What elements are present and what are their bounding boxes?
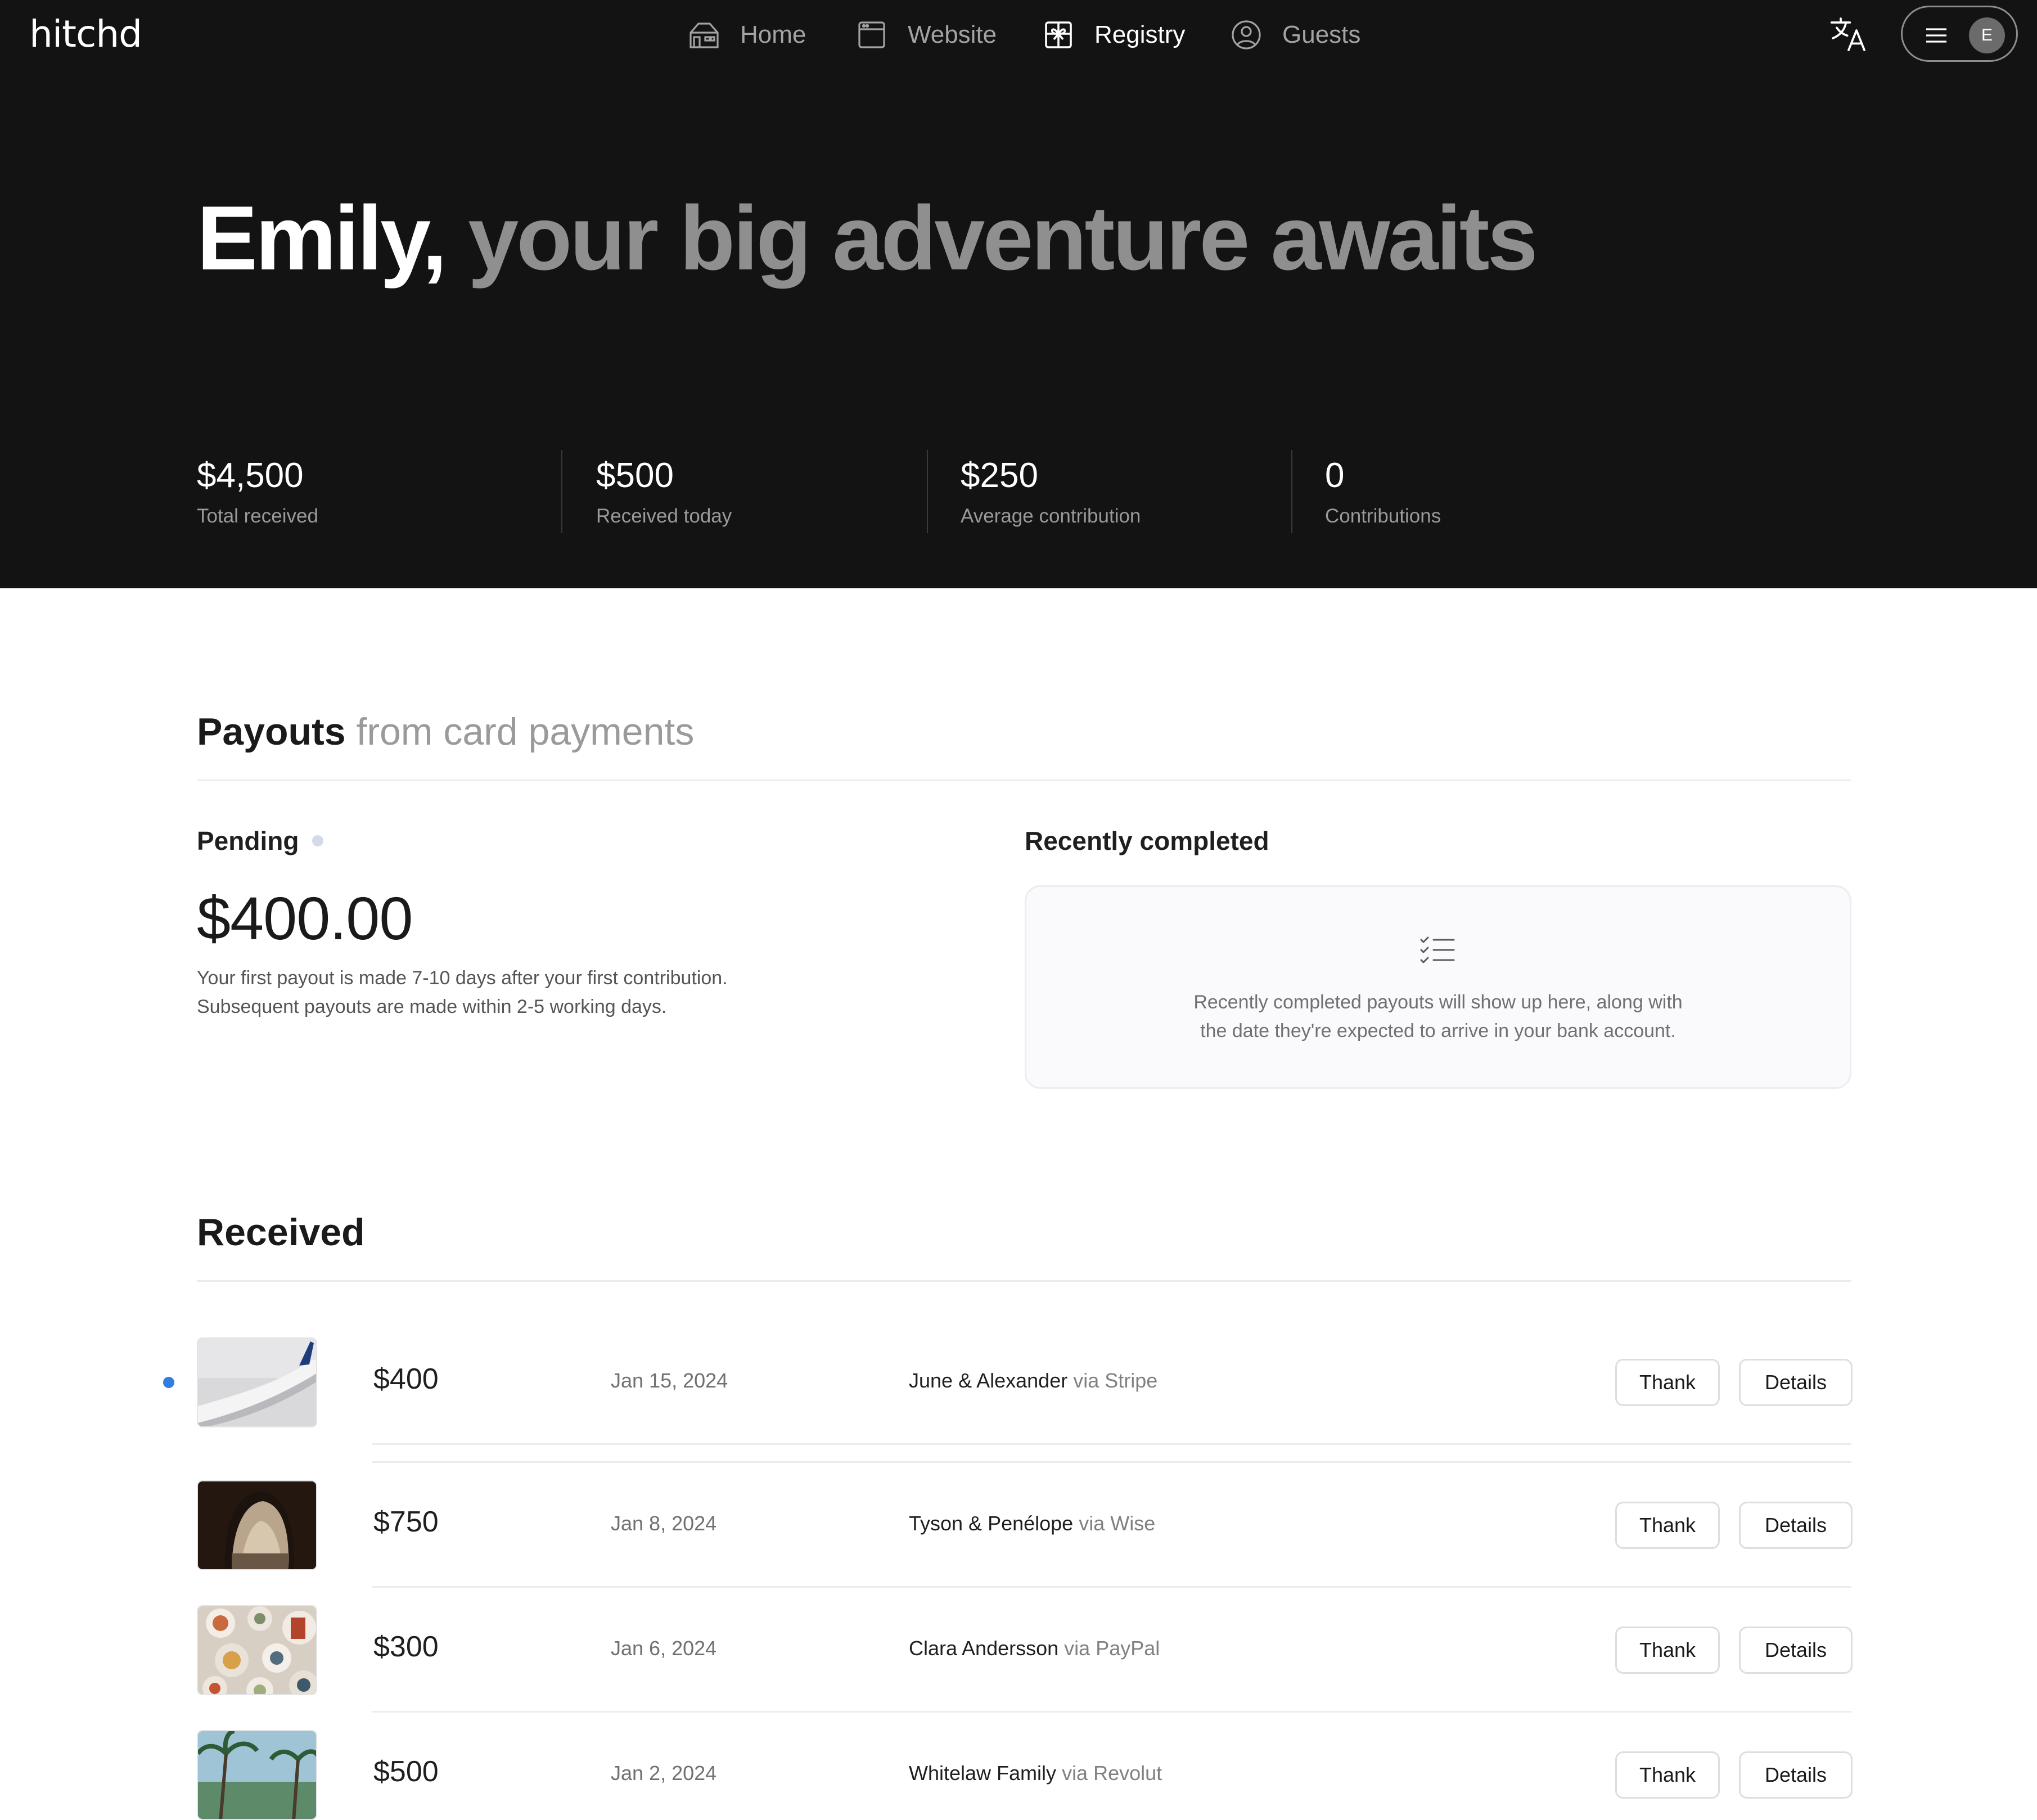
thank-button[interactable]: Thank [1615,1627,1720,1674]
browser-window-icon [858,21,885,48]
nav-registry-label: Registry [1094,21,1186,48]
contributor: Clara Andersson via PayPal [909,1637,1160,1660]
contributor-name: Tyson & Penélope [909,1512,1074,1535]
empty-state-message: Recently completed payouts will show up … [1026,988,1850,1046]
pending-status-dot [312,835,324,846]
contribution-image-airplane [197,1337,317,1427]
stat-caption: Average contribution [961,505,1141,527]
pending-note-line: Subsequent payouts are made within 2-5 w… [197,996,667,1017]
contribution-amount: $400 [373,1363,439,1395]
house-icon [689,22,719,48]
payouts-title: Payouts from card payments [197,710,694,754]
stat-total-received: $4,500 Total received [197,450,318,534]
nav-guests[interactable]: Guests [1229,16,1360,54]
pending-note-line: Your first payout is made 7-10 days afte… [197,967,728,989]
divider [197,1280,1851,1282]
pending-label-text: Pending [197,826,299,855]
thank-button[interactable]: Thank [1615,1359,1720,1406]
unread-indicator-dot [163,1377,174,1388]
stat-received-today: $500 Received today [596,450,732,534]
payment-method: via Revolut [1062,1762,1162,1785]
thank-button[interactable]: Thank [1615,1502,1720,1549]
details-button[interactable]: Details [1739,1751,1853,1799]
nav-website-label: Website [908,21,997,48]
stat-contributions: 0 Contributions [1325,450,1441,534]
details-button[interactable]: Details [1739,1502,1853,1549]
divider [197,780,1851,781]
stat-average-contribution: $250 Average contribution [961,450,1141,534]
stat-value: 0 [1325,456,1345,495]
empty-state-line: Recently completed payouts will show up … [1193,992,1683,1013]
nav-website[interactable]: Website [855,16,997,54]
nav-home[interactable]: Home [687,16,806,54]
row-divider [372,1461,1851,1463]
contributor-name: Whitelaw Family [909,1762,1057,1785]
contributor-name: June & Alexander [909,1369,1068,1392]
received-title: Received [197,1211,365,1254]
thank-button[interactable]: Thank [1615,1751,1720,1799]
contributor: Tyson & Penélope via Wise [909,1512,1155,1535]
checklist-icon [1420,936,1455,963]
empty-state-line: the date they're expected to arrive in y… [1200,1020,1676,1042]
hero-headline: Emily, your big adventure awaits [197,191,1538,286]
nav-home-label: Home [740,21,806,48]
hamburger-menu-icon [1926,28,1946,43]
details-button[interactable]: Details [1739,1627,1853,1674]
payouts-subtitle: from card payments [356,710,695,753]
account-menu-button[interactable]: E [1901,6,2018,62]
contribution-date: Jan 6, 2024 [611,1637,717,1660]
gift-icon [1045,21,1072,48]
stat-caption: Total received [197,505,318,527]
contribution-amount: $750 [373,1506,439,1538]
contribution-amount: $500 [373,1755,439,1788]
avatar: E [1969,17,2005,53]
stat-value: $4,500 [197,456,304,495]
hero-tagline: your big adventure awaits [445,187,1538,289]
pending-note: Your first payout is made 7-10 days afte… [197,964,872,1021]
pending-label: Pending [197,826,324,856]
hero-name: Emily, [197,187,447,289]
payouts-title-strong: Payouts [197,710,346,753]
payment-method: via Wise [1079,1512,1156,1535]
contribution-image-food-table [197,1605,317,1695]
row-divider [372,1586,1851,1588]
app-logo[interactable]: hitchd [29,12,142,56]
translate-icon[interactable] [1829,15,1868,54]
nav-guests-label: Guests [1282,21,1361,48]
stat-divider [927,450,928,533]
stat-caption: Received today [596,505,732,527]
stat-value: $500 [596,456,674,495]
stats-bar: $4,500 Total received $500 Received toda… [197,450,1772,534]
contribution-date: Jan 8, 2024 [611,1512,717,1535]
nav-registry[interactable]: Registry [1042,16,1185,54]
contribution-image-sea-cave [197,1480,317,1570]
details-button[interactable]: Details [1739,1359,1853,1406]
stat-divider [561,450,562,533]
stat-caption: Contributions [1325,505,1441,527]
contribution-date: Jan 2, 2024 [611,1762,717,1785]
stat-value: $250 [961,456,1038,495]
contribution-amount: $300 [373,1630,439,1663]
contribution-date: Jan 15, 2024 [611,1369,728,1392]
payment-method: via Stripe [1073,1369,1158,1392]
recently-completed-label: Recently completed [1025,826,1269,855]
contributor: Whitelaw Family via Revolut [909,1762,1162,1785]
row-divider [372,1711,1851,1713]
payment-method: via PayPal [1064,1637,1160,1660]
recently-completed-empty-state: Recently completed payouts will show up … [1025,885,1851,1089]
contributor-name: Clara Andersson [909,1637,1059,1660]
pending-amount: $400.00 [197,884,413,952]
contributor: June & Alexander via Stripe [909,1369,1157,1393]
user-circle-icon [1232,20,1261,49]
contribution-image-palm-trees [197,1730,317,1820]
stat-divider [1291,450,1292,533]
row-divider [372,1443,1851,1445]
hero-section: hitchd Home Website Registry Guests E Em… [0,0,2037,588]
